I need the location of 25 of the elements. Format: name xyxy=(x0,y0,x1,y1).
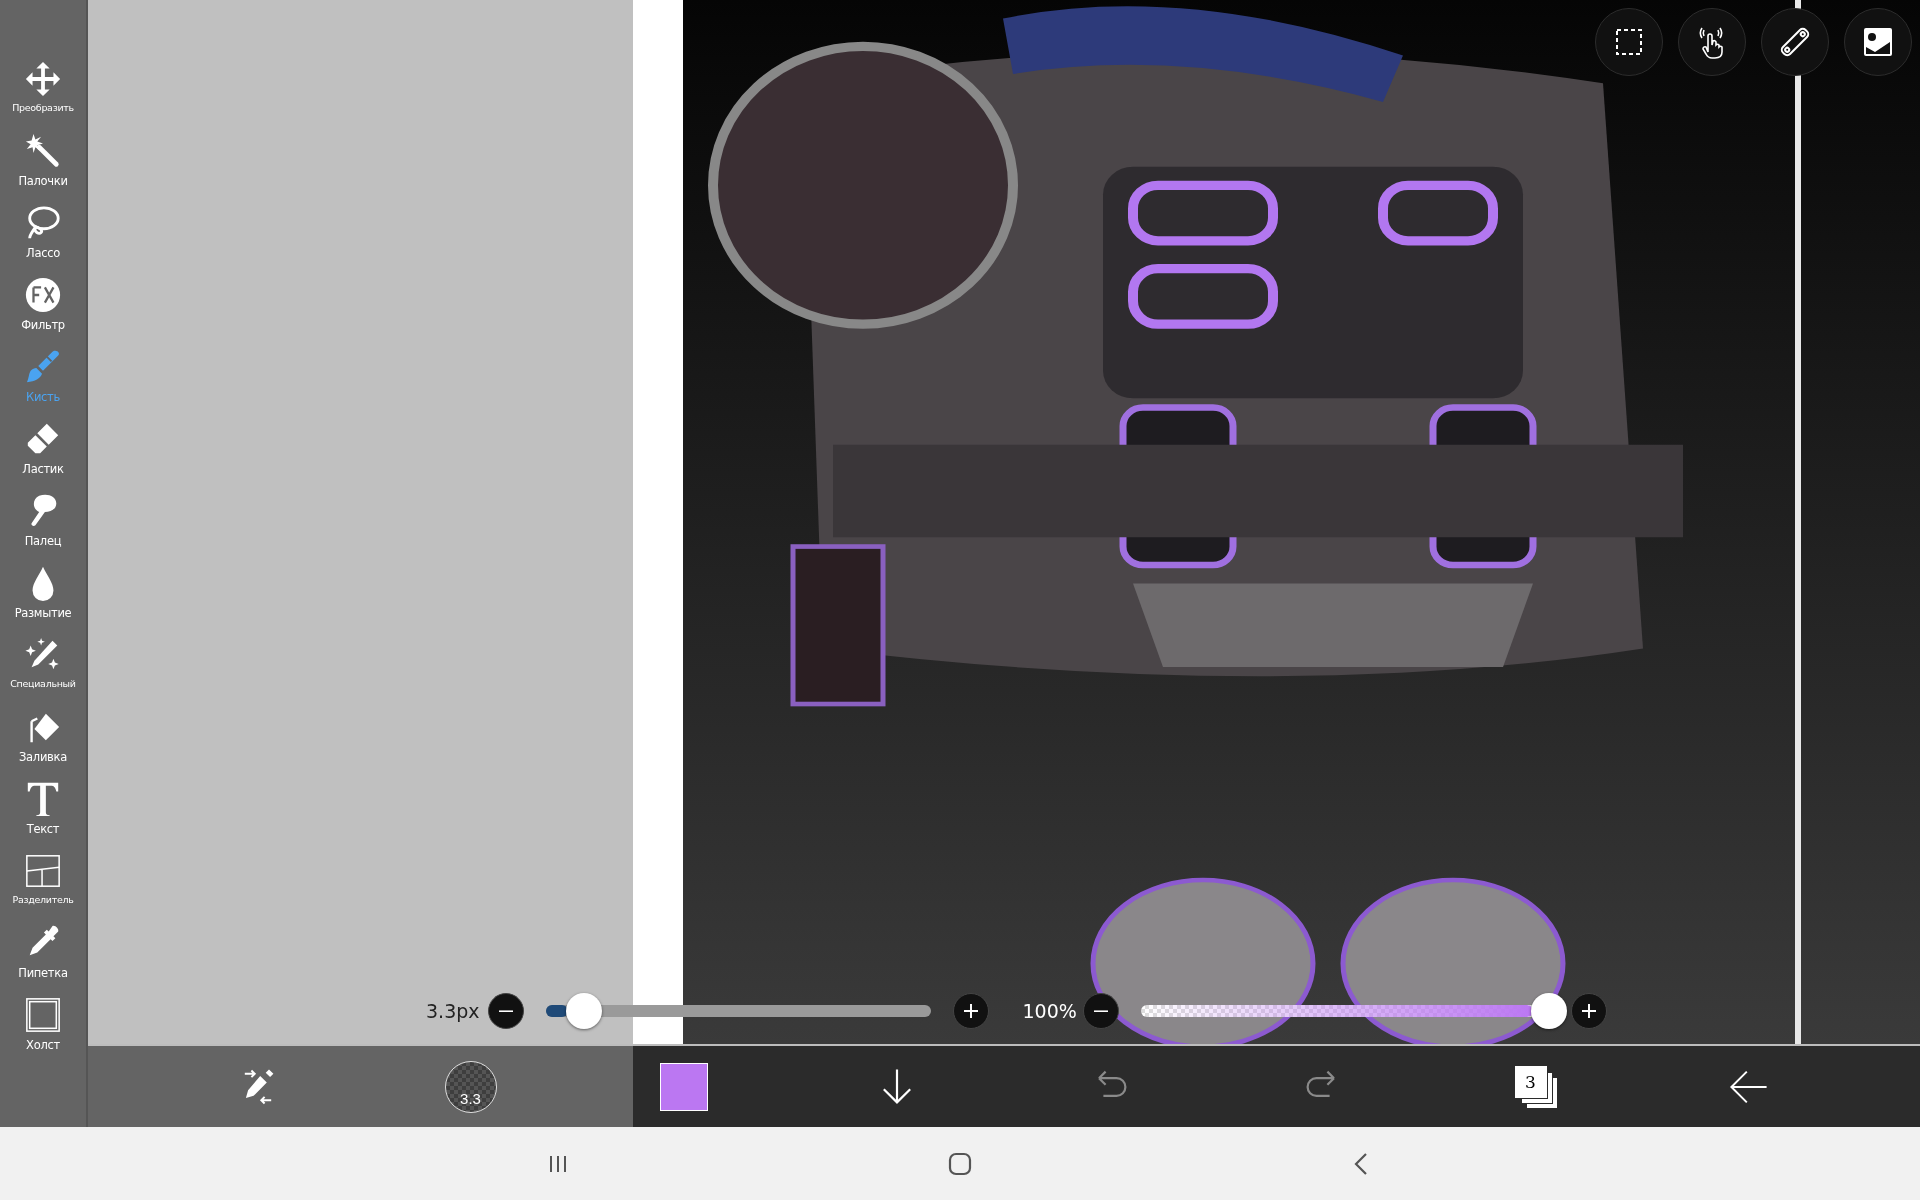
canvas-icon xyxy=(24,996,62,1034)
filter-icon xyxy=(24,276,62,314)
tool-button[interactable]: Текст xyxy=(0,780,86,852)
wand-icon xyxy=(24,132,62,170)
plus-icon xyxy=(963,1004,978,1018)
tool-button[interactable]: Палец xyxy=(0,492,86,564)
tool-button[interactable]: Ластик xyxy=(0,420,86,492)
tool-button[interactable]: Холст xyxy=(0,996,86,1068)
tool-button[interactable]: Пипетка xyxy=(0,924,86,996)
transform-icon xyxy=(24,60,62,98)
minus-icon xyxy=(1093,1009,1108,1013)
tool-button[interactable]: Лассо xyxy=(0,204,86,276)
brush-size-reading: 3.3px xyxy=(426,1000,480,1022)
tool-button[interactable]: Разделитель xyxy=(0,852,86,924)
tool-button[interactable]: Палочки xyxy=(0,132,86,204)
brush-preview[interactable]: 3.3 xyxy=(444,1060,497,1113)
tool-button[interactable]: Заливка xyxy=(0,708,86,780)
minus-icon xyxy=(498,1009,513,1013)
opacity-reading: 100% xyxy=(1022,1000,1077,1022)
plus-icon xyxy=(1581,1004,1596,1018)
color-swatch[interactable] xyxy=(659,1062,708,1111)
tool-button[interactable]: Преобразить xyxy=(0,60,86,132)
tool-button[interactable]: Размытие xyxy=(0,564,86,636)
tool-button[interactable]: Фильтр xyxy=(0,276,86,348)
tool-button[interactable]: Специальный xyxy=(0,636,86,708)
